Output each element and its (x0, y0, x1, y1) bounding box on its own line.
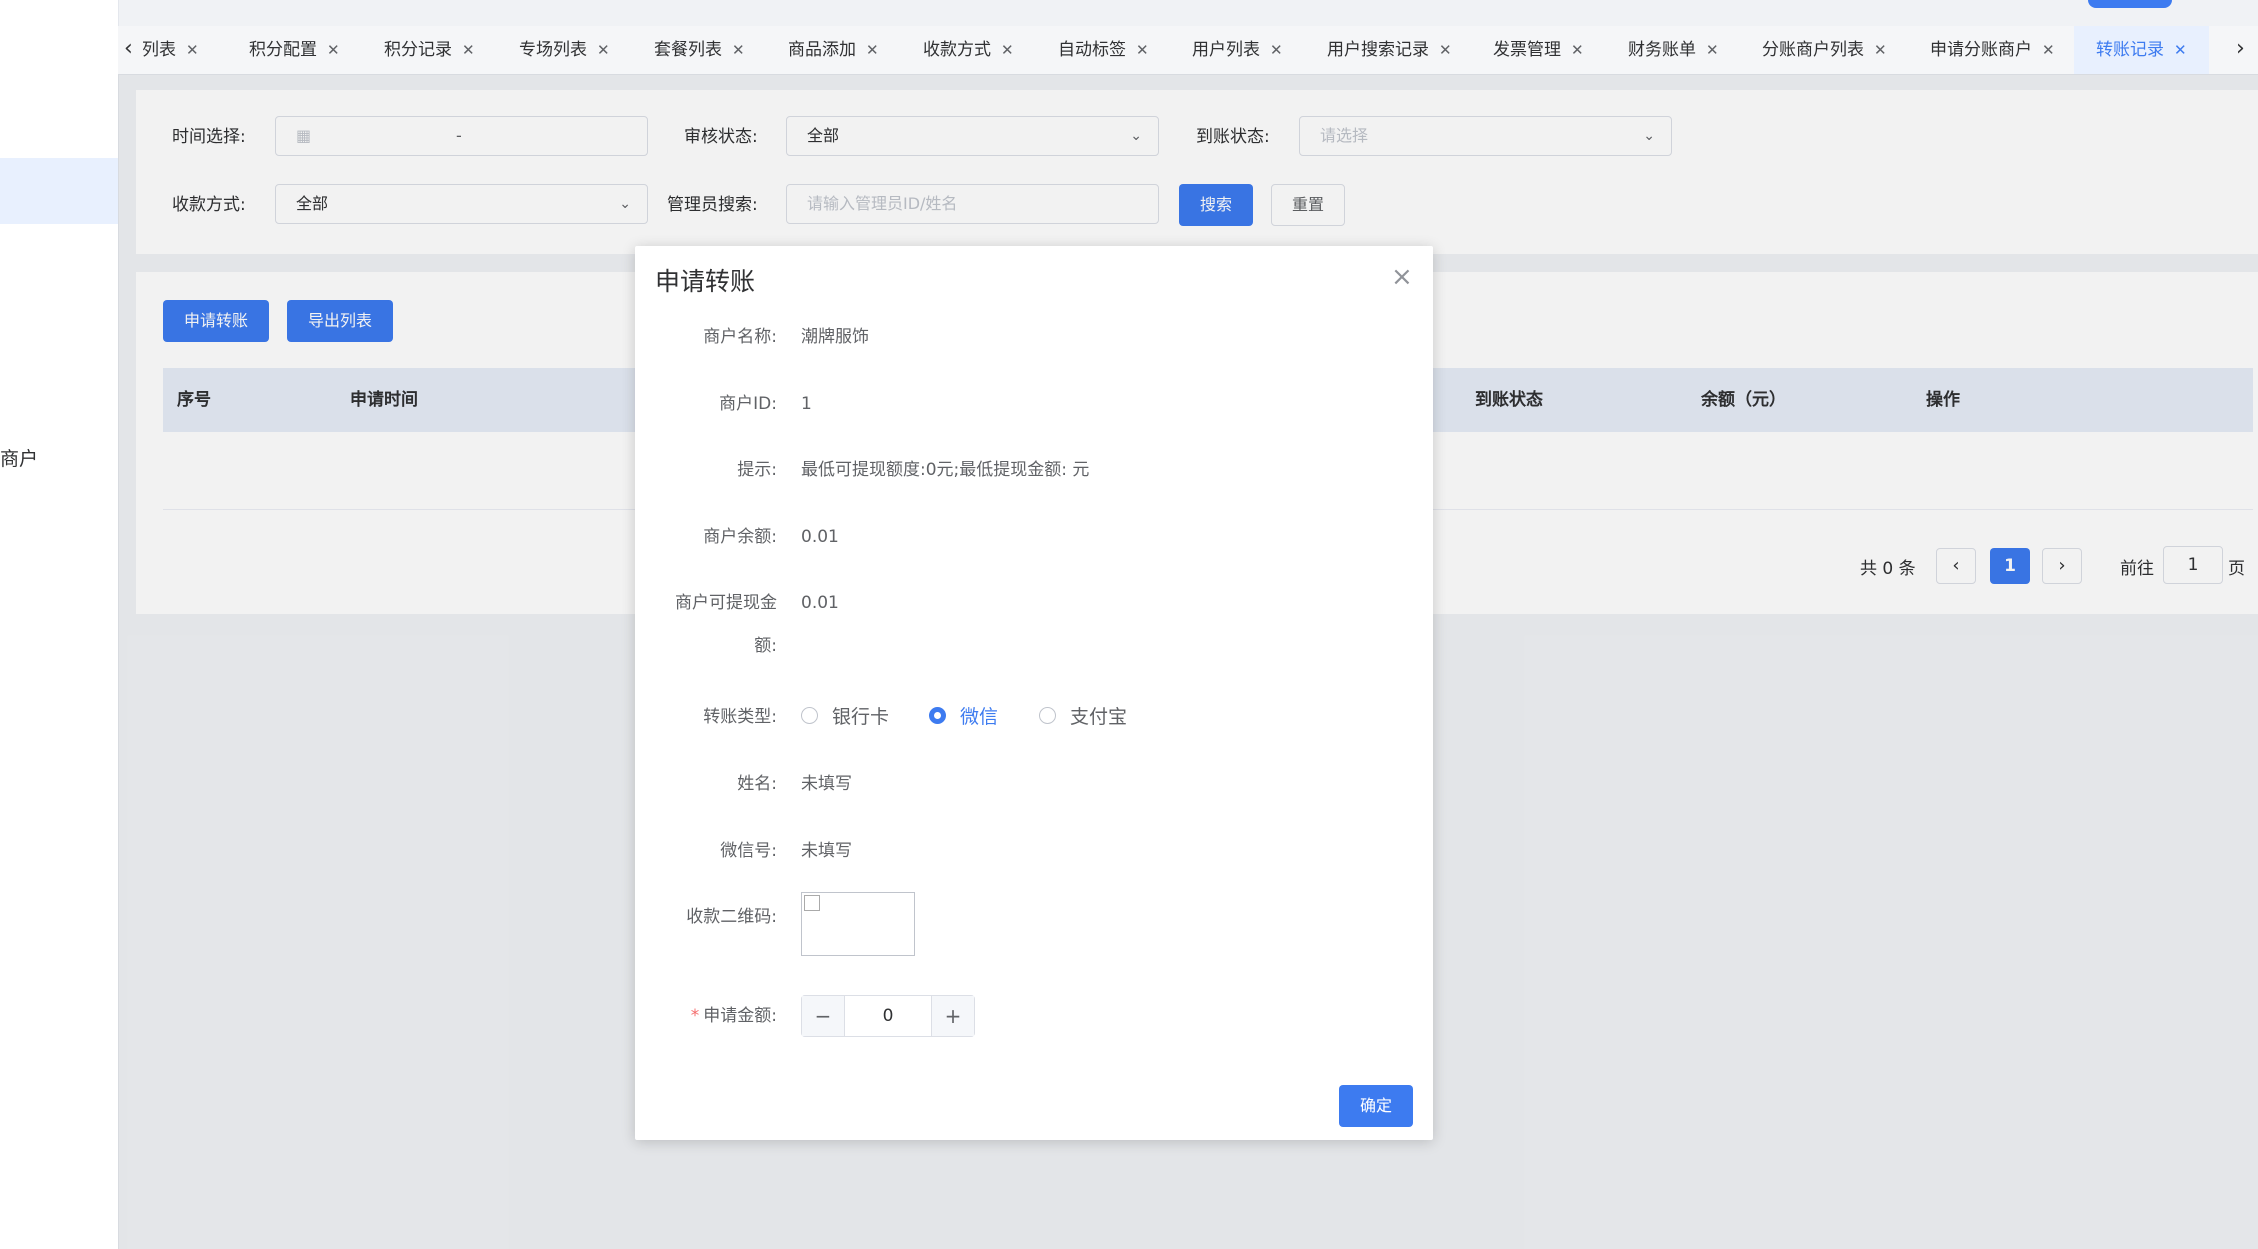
balance-label: 商户余额: (703, 527, 777, 547)
close-icon[interactable]: ✕ (1270, 41, 1283, 59)
amount-stepper[interactable]: − 0 + (801, 995, 975, 1037)
close-icon[interactable]: ✕ (186, 41, 199, 59)
amount-input[interactable]: 0 (844, 996, 932, 1036)
tip-label: 提示: (737, 460, 777, 480)
tab-auto-tags[interactable]: 自动标签 ✕ (1058, 26, 1149, 74)
close-icon[interactable]: ✕ (597, 41, 610, 59)
merchant-id-label: 商户ID: (719, 394, 777, 414)
tab-apply-split-merchant[interactable]: 申请分账商户 ✕ (1930, 26, 2055, 74)
name-label: 姓名: (737, 774, 777, 794)
balance-value: 0.01 (801, 527, 839, 547)
tab-venue-list[interactable]: 专场列表 ✕ (519, 26, 610, 74)
qr-code-image (801, 892, 915, 956)
dialog-title: 申请转账 (655, 267, 756, 296)
tip-value: 最低可提现额度:0元;最低提现金额: 元 (801, 460, 1090, 480)
close-icon[interactable]: ✕ (1001, 41, 1014, 59)
close-icon[interactable]: ✕ (327, 41, 340, 59)
broken-image-icon (804, 895, 820, 911)
tab-transfer-records[interactable]: 转账记录 ✕ (2074, 26, 2209, 74)
wechat-id-value: 未填写 (801, 841, 852, 861)
tab-invoice-management[interactable]: 发票管理 ✕ (1493, 26, 1584, 74)
tab-user-list[interactable]: 用户列表 ✕ (1192, 26, 1283, 74)
close-icon[interactable]: ✕ (2042, 41, 2055, 59)
tab-points-config[interactable]: 积分配置 ✕ (249, 26, 340, 74)
close-icon[interactable]: ✕ (732, 41, 745, 59)
close-icon[interactable]: ✕ (1136, 41, 1149, 59)
close-icon[interactable]: ✕ (866, 41, 879, 59)
transfer-type-label: 转账类型: (703, 707, 777, 727)
amount-label: * 申请金额: (690, 1006, 777, 1026)
tab-split-merchant-list[interactable]: 分账商户列表 ✕ (1762, 26, 1887, 74)
close-icon[interactable]: ✕ (1706, 41, 1719, 59)
radio-circle (801, 707, 818, 724)
merchant-name-label: 商户名称: (703, 327, 777, 347)
tab-financial-bills[interactable]: 财务账单 ✕ (1628, 26, 1719, 74)
qr-code-label: 收款二维码: (686, 907, 777, 927)
withdrawable-label-line1: 商户可提现金 (675, 593, 777, 613)
radio-bank-card[interactable]: 银行卡 (801, 696, 889, 739)
minus-icon[interactable]: − (802, 996, 844, 1036)
withdrawable-value: 0.01 (801, 593, 839, 613)
sidebar-item-merchant[interactable]: 商户 (0, 444, 38, 471)
close-icon[interactable]: ✕ (1439, 41, 1452, 59)
plus-icon[interactable]: + (932, 996, 974, 1036)
tab-points-records[interactable]: 积分记录 ✕ (384, 26, 475, 74)
radio-circle (929, 707, 946, 724)
withdrawable-label-line2: 额: (754, 636, 777, 656)
radio-wechat[interactable]: 微信 (929, 696, 998, 739)
tabs-bar: ‹ 列表 ✕ 积分配置 ✕ 积分记录 ✕ 专场列表 ✕ 套餐列表 ✕ 商品添加 ✕ 收款方式… (118, 26, 2258, 75)
radio-alipay[interactable]: 支付宝 (1039, 696, 1127, 739)
radio-circle (1039, 707, 1056, 724)
wechat-id-label: 微信号: (720, 841, 777, 861)
name-value: 未填写 (801, 774, 852, 794)
apply-transfer-dialog: 申请转账 × 商户名称: 潮牌服饰 商户ID: 1 提示: 最低可提现额度:0元… (635, 246, 1433, 1140)
tab-add-product[interactable]: 商品添加 ✕ (788, 26, 879, 74)
confirm-button[interactable]: 确定 (1339, 1085, 1413, 1127)
header-action-button[interactable] (2088, 0, 2172, 8)
tabs-scroll-right-icon[interactable]: › (2236, 36, 2245, 61)
merchant-id-value: 1 (801, 394, 812, 414)
required-mark: * (690, 1006, 700, 1026)
close-icon[interactable]: ✕ (462, 41, 475, 59)
tab-payment-methods[interactable]: 收款方式 ✕ (923, 26, 1014, 74)
merchant-name-value: 潮牌服饰 (801, 327, 869, 347)
tab-list[interactable]: 列表 ✕ (142, 26, 199, 74)
close-icon[interactable]: ✕ (2174, 41, 2187, 59)
close-icon[interactable]: × (1391, 262, 1413, 292)
tab-user-search-records[interactable]: 用户搜索记录 ✕ (1327, 26, 1452, 74)
tabs-scroll-left-icon[interactable]: ‹ (124, 36, 133, 61)
close-icon[interactable]: ✕ (1874, 41, 1887, 59)
close-icon[interactable]: ✕ (1571, 41, 1584, 59)
sidebar: 商户 (0, 0, 119, 1249)
tab-package-list[interactable]: 套餐列表 ✕ (654, 26, 745, 74)
sidebar-active-item[interactable] (0, 158, 118, 224)
